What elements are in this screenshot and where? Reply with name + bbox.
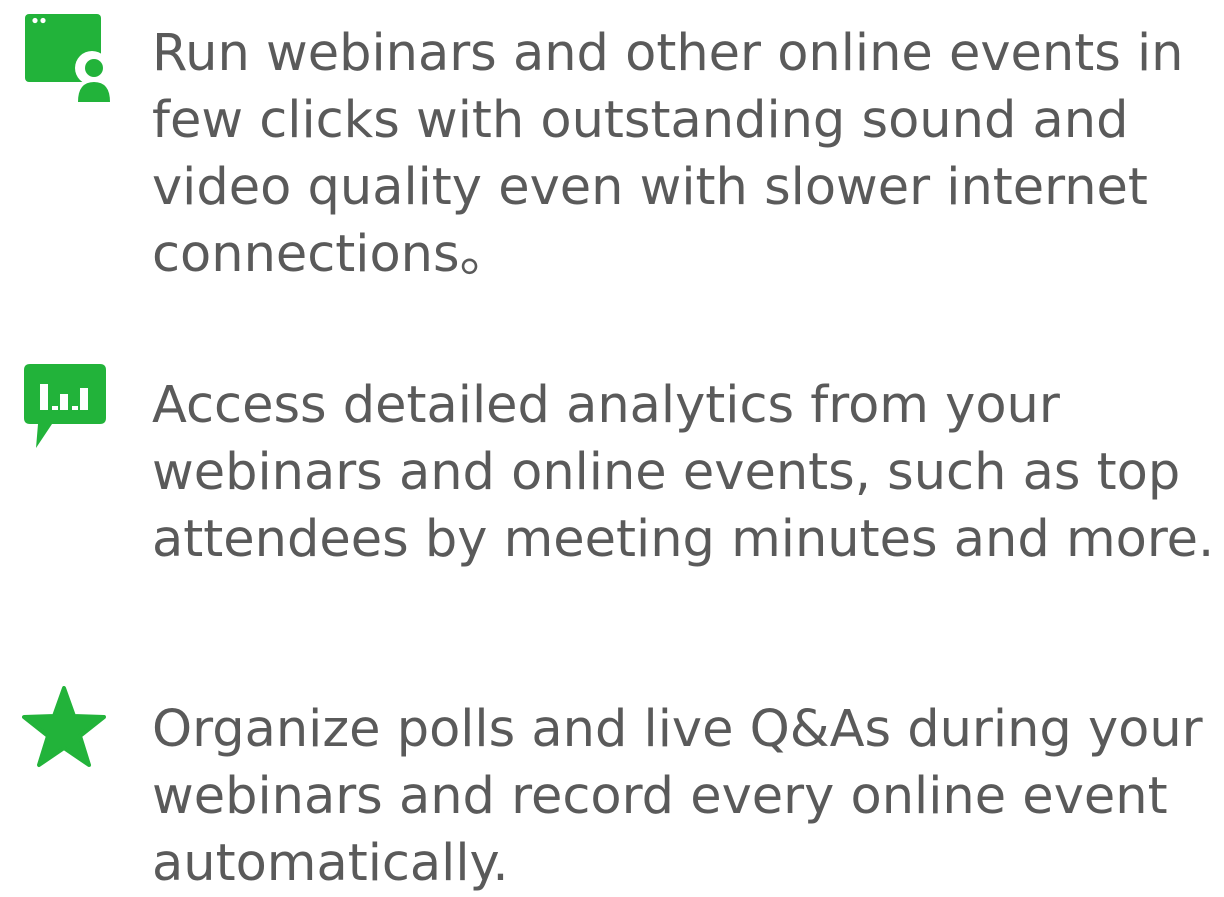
feature-item-polls: Organize polls and live Q&As during your… [0, 670, 1224, 893]
webinar-presenter-icon [22, 12, 118, 108]
feature-item-webinars: Run webinars and other online events in … [0, 0, 1224, 300]
feature-text-polls: Organize polls and live Q&As during your… [152, 700, 1203, 893]
feature-text-analytics: Access detailed analytics from your webi… [152, 376, 1215, 569]
star-icon [22, 686, 106, 772]
analytics-chat-icon [22, 362, 112, 456]
feature-text-webinars: Run webinars and other online events in … [152, 24, 1184, 284]
feature-item-analytics: Access detailed analytics from your webi… [0, 340, 1224, 580]
